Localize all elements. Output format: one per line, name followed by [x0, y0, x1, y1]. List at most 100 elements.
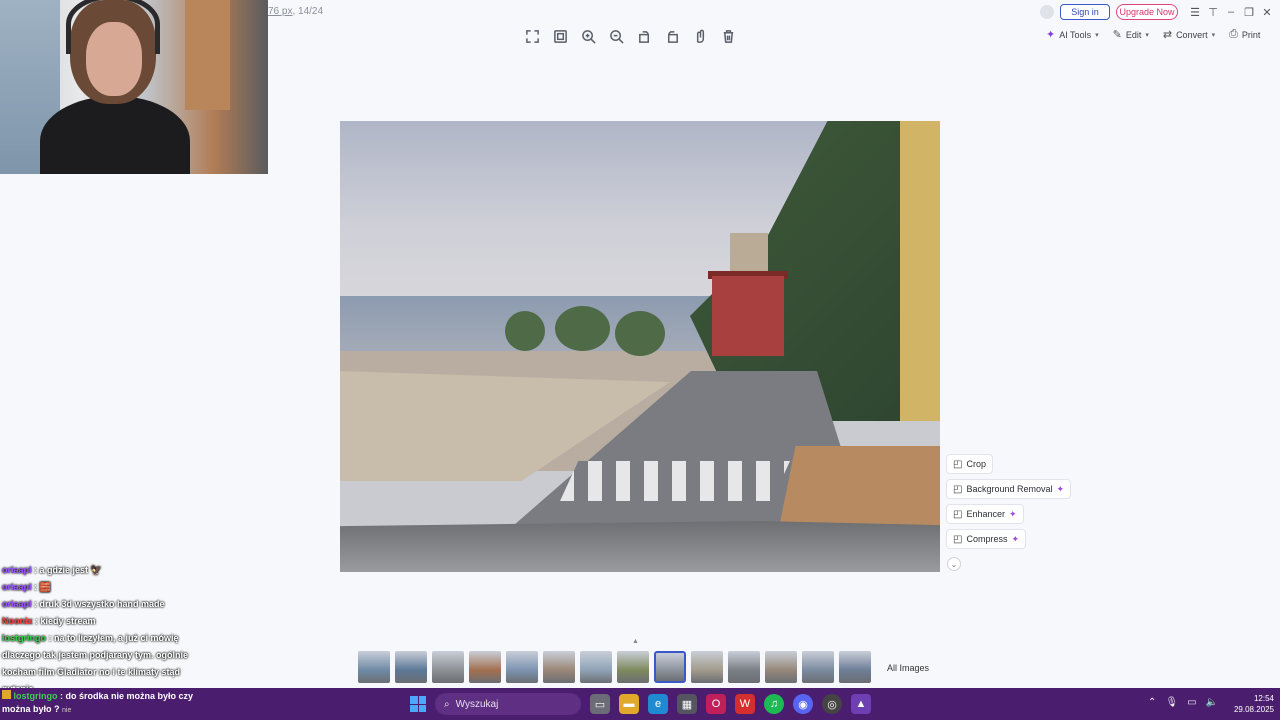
fullscreen-icon[interactable]: [522, 26, 542, 46]
thumbnail-item[interactable]: [691, 651, 723, 683]
thumbnail-item[interactable]: [765, 651, 797, 683]
photo-viewer-icon[interactable]: ▲: [851, 694, 871, 714]
premium-sparkle-icon: ✦: [1056, 483, 1065, 494]
zoom-out-icon[interactable]: [606, 26, 626, 46]
chat-bottom-message: lostgringo : do środka nie można było cz…: [2, 690, 212, 717]
sign-in-button[interactable]: Sign in: [1060, 4, 1110, 20]
print-icon: ⎙: [1229, 28, 1238, 40]
thumbnail-item[interactable]: [580, 651, 612, 683]
date: 29.08.2025: [1233, 705, 1274, 714]
chat-suffix: nie: [62, 707, 72, 714]
search-icon: ⌕: [444, 698, 450, 710]
start-icon[interactable]: [410, 696, 426, 712]
taskbar-search[interactable]: ⌕ Wyszukaj: [435, 693, 581, 715]
image-size: 76 px: [268, 6, 293, 17]
chevron-down-icon: ▾: [1095, 31, 1099, 39]
stream-chat: oriaapl : a gdzie jest 🦅 oriaapl : 🧱 oriaa…: [2, 562, 207, 698]
clock[interactable]: 12:54 29.08.2025: [1226, 693, 1274, 715]
collapse-gallery-icon[interactable]: ▲: [632, 638, 639, 645]
chat-message: oriaapl : druk 3d wszystko hand made: [2, 596, 207, 613]
thumbnail-item[interactable]: [654, 651, 686, 683]
thumbnail-item[interactable]: [395, 651, 427, 683]
rotate-right-icon[interactable]: [662, 26, 682, 46]
ai-tools-label: AI Tools: [1059, 29, 1092, 40]
background-removal-button[interactable]: ◰ Background Removal ✦: [946, 479, 1072, 499]
chrome-icon[interactable]: ◎: [822, 694, 842, 714]
chevron-up-icon[interactable]: ⌃: [1148, 697, 1156, 708]
side-tool-label: Enhancer: [966, 509, 1005, 519]
chevron-down-icon[interactable]: ⌄: [947, 557, 961, 571]
right-tools: ✦ AI Tools ▾ ✎ Edit ▾ ⇄ Convert ▾ ⎙ Prin…: [1046, 28, 1260, 41]
thumbnail-item[interactable]: [469, 651, 501, 683]
discord-icon[interactable]: ◉: [793, 694, 813, 714]
image-index: 14/24: [298, 6, 324, 17]
chat-message: Noonix : kiedy stream: [2, 613, 207, 630]
delete-icon[interactable]: [718, 26, 738, 46]
chat-text: :: [34, 582, 38, 592]
microphone-icon[interactable]: 🎙: [1165, 697, 1178, 708]
thumbnail-item[interactable]: [506, 651, 538, 683]
print-button[interactable]: ⎙ Print: [1229, 28, 1260, 41]
maximize-icon[interactable]: ❐: [1242, 4, 1256, 20]
convert-menu[interactable]: ⇄ Convert ▾: [1163, 28, 1215, 41]
all-images-button[interactable]: All Images: [887, 663, 929, 673]
enhancer-button[interactable]: ◰ Enhancer ✦: [946, 504, 1024, 524]
thumbnail-item[interactable]: [802, 651, 834, 683]
spotify-icon[interactable]: ♫: [764, 694, 784, 714]
chat-username: lostgringo: [13, 691, 58, 701]
task-view-icon[interactable]: ▭: [590, 694, 610, 714]
edit-menu[interactable]: ✎ Edit ▾: [1113, 28, 1149, 41]
chat-message: oriaapl : 🧱: [2, 579, 207, 596]
menu-icon[interactable]: ☰: [1188, 4, 1202, 20]
side-tool-label: Crop: [966, 459, 986, 469]
minimize-icon[interactable]: –: [1224, 4, 1238, 20]
window-controls: ☰ ⊤ – ❐ ✕: [1188, 4, 1274, 20]
zoom-in-icon[interactable]: [578, 26, 598, 46]
premium-sparkle-icon: ✦: [1011, 533, 1020, 544]
opera-icon[interactable]: O: [706, 694, 726, 714]
volume-icon[interactable]: 🔈: [1206, 697, 1218, 708]
file-explorer-icon[interactable]: ▬: [619, 694, 639, 714]
user-avatar[interactable]: [1040, 5, 1054, 19]
display-icon[interactable]: ▭: [1187, 697, 1196, 708]
compress-button[interactable]: ◰ Compress ✦: [946, 529, 1027, 549]
thumbnail-item[interactable]: [432, 651, 464, 683]
thumbnail-item[interactable]: [728, 651, 760, 683]
crop-button[interactable]: ◰ Crop: [946, 454, 993, 474]
main-photo[interactable]: [340, 121, 940, 572]
rotate-left-icon[interactable]: [634, 26, 654, 46]
thumbnail-item[interactable]: [839, 651, 871, 683]
convert-label: Convert: [1176, 29, 1208, 40]
premium-sparkle-icon: ✦: [1008, 508, 1017, 519]
store-icon[interactable]: ▦: [677, 694, 697, 714]
chat-text: : kiedy stream: [35, 616, 96, 626]
thumbnail-strip: [358, 651, 871, 683]
side-tools-panel: ◰ Crop ◰ Background Removal ✦ ◰ Enhancer ✦ ◰ Comp…: [946, 454, 1072, 549]
edit-icon: ✎: [1112, 29, 1122, 41]
webcam-overlay: [0, 0, 268, 174]
hand-icon[interactable]: [690, 26, 710, 46]
chevron-down-icon: ▾: [1145, 31, 1149, 39]
thumbnail-item[interactable]: [617, 651, 649, 683]
file-info: 76 px, 14/24: [268, 6, 324, 17]
taskbar-apps: ▭ ▬ e ▦ O W ♫ ◉ ◎ ▲: [590, 694, 871, 714]
thumbnail-item[interactable]: [543, 651, 575, 683]
chat-username: Noonix: [2, 616, 33, 626]
convert-icon: ⇄: [1162, 29, 1173, 41]
chat-text: : druk 3d wszystko hand made: [34, 599, 165, 609]
wps-icon[interactable]: W: [735, 694, 755, 714]
thumbnail-item[interactable]: [358, 651, 390, 683]
background-removal-icon: ◰: [953, 483, 963, 495]
close-icon[interactable]: ✕: [1260, 4, 1274, 20]
side-tool-label: Compress: [966, 534, 1008, 544]
ai-tools-menu[interactable]: ✦ AI Tools ▾: [1046, 28, 1099, 41]
chevron-down-icon: ▾: [1211, 31, 1216, 39]
chat-username: oriaapl: [2, 582, 32, 592]
fit-icon[interactable]: [550, 26, 570, 46]
edge-icon[interactable]: e: [648, 694, 668, 714]
chat-emote: 🦅: [90, 565, 102, 575]
search-placeholder: Wyszukaj: [455, 698, 499, 710]
chat-emote: 🧱: [39, 582, 51, 592]
upgrade-button[interactable]: Upgrade Now: [1116, 4, 1178, 20]
pin-icon[interactable]: ⊤: [1206, 4, 1220, 20]
